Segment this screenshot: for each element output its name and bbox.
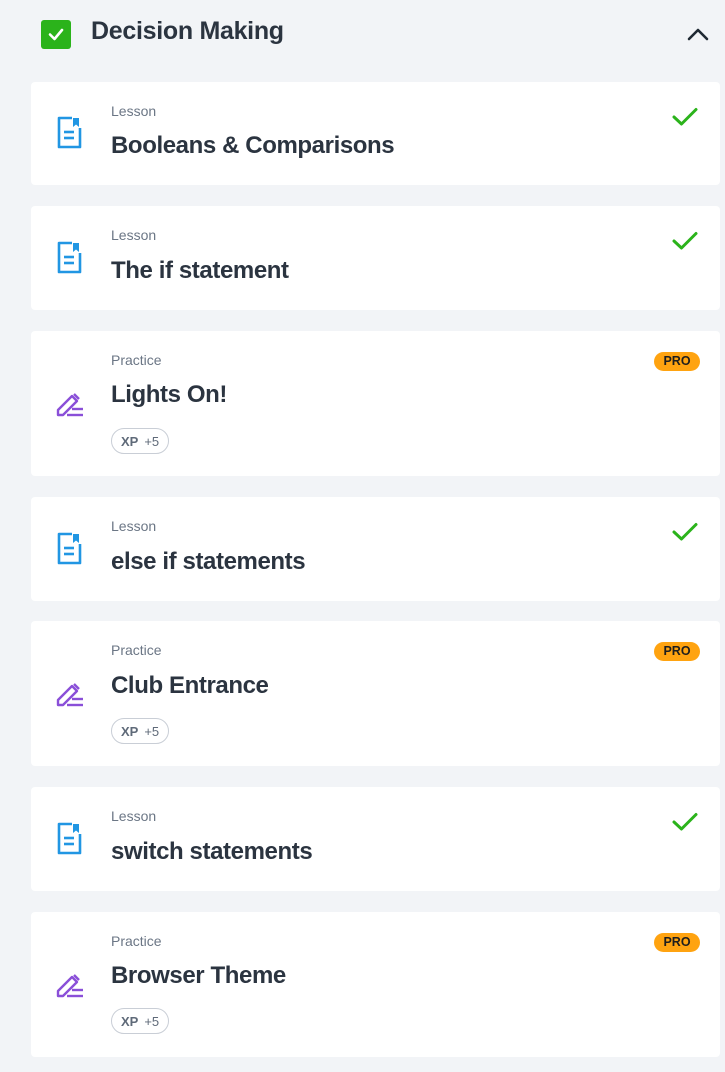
- completed-check-icon: [671, 521, 699, 548]
- lesson-document-icon: [55, 822, 85, 861]
- item-title: switch statements: [111, 838, 313, 865]
- xp-label: XP: [121, 433, 139, 449]
- item-title: Browser Theme: [111, 962, 286, 989]
- lesson-card-switch-statements[interactable]: Lesson switch statements: [31, 787, 720, 891]
- item-title: Lights On!: [111, 381, 227, 408]
- lesson-card-else-if-statements[interactable]: Lesson else if statements: [31, 497, 720, 601]
- practice-card-lights-on[interactable]: Practice Lights On! PRO XP +5: [31, 331, 720, 476]
- pro-badge: PRO: [654, 352, 700, 371]
- xp-reward-chip: XP +5: [111, 428, 170, 454]
- xp-reward-chip: XP +5: [111, 1008, 170, 1034]
- item-type-label: Lesson: [111, 518, 157, 534]
- xp-label: XP: [121, 1013, 139, 1029]
- section-completed-check-icon: [41, 20, 71, 49]
- lesson-document-icon: [55, 116, 85, 155]
- completed-check-icon: [671, 811, 699, 838]
- xp-reward-chip: XP +5: [111, 718, 170, 744]
- lesson-document-icon: [55, 241, 85, 280]
- section-header[interactable]: Decision Making: [0, 0, 725, 68]
- pro-badge: PRO: [654, 642, 700, 661]
- xp-value: +5: [144, 723, 160, 739]
- completed-check-icon: [671, 106, 699, 133]
- item-type-label: Practice: [111, 352, 162, 368]
- practice-pencil-icon: [55, 678, 85, 713]
- completed-check-icon: [671, 230, 699, 257]
- xp-value: +5: [144, 1013, 160, 1029]
- item-type-label: Lesson: [111, 103, 157, 119]
- practice-pencil-icon: [55, 388, 85, 423]
- practice-card-club-entrance[interactable]: Practice Club Entrance PRO XP +5: [31, 621, 720, 766]
- item-type-label: Lesson: [111, 227, 157, 243]
- section-title: Decision Making: [91, 17, 284, 45]
- chevron-up-icon[interactable]: [682, 21, 714, 47]
- item-title: else if statements: [111, 548, 306, 575]
- lesson-card-booleans-comparisons[interactable]: Lesson Booleans & Comparisons: [31, 82, 720, 185]
- item-title: Booleans & Comparisons: [111, 132, 395, 159]
- lesson-card-if-statement[interactable]: Lesson The if statement: [31, 206, 720, 310]
- practice-pencil-icon: [55, 969, 85, 1004]
- lesson-document-icon: [55, 532, 85, 571]
- xp-value: +5: [144, 433, 160, 449]
- practice-card-browser-theme[interactable]: Practice Browser Theme PRO XP +5: [31, 912, 720, 1057]
- xp-label: XP: [121, 723, 139, 739]
- item-title: The if statement: [111, 257, 289, 284]
- item-type-label: Lesson: [111, 808, 157, 824]
- pro-badge: PRO: [654, 933, 700, 952]
- item-type-label: Practice: [111, 933, 162, 949]
- item-title: Club Entrance: [111, 672, 269, 699]
- item-type-label: Practice: [111, 642, 162, 658]
